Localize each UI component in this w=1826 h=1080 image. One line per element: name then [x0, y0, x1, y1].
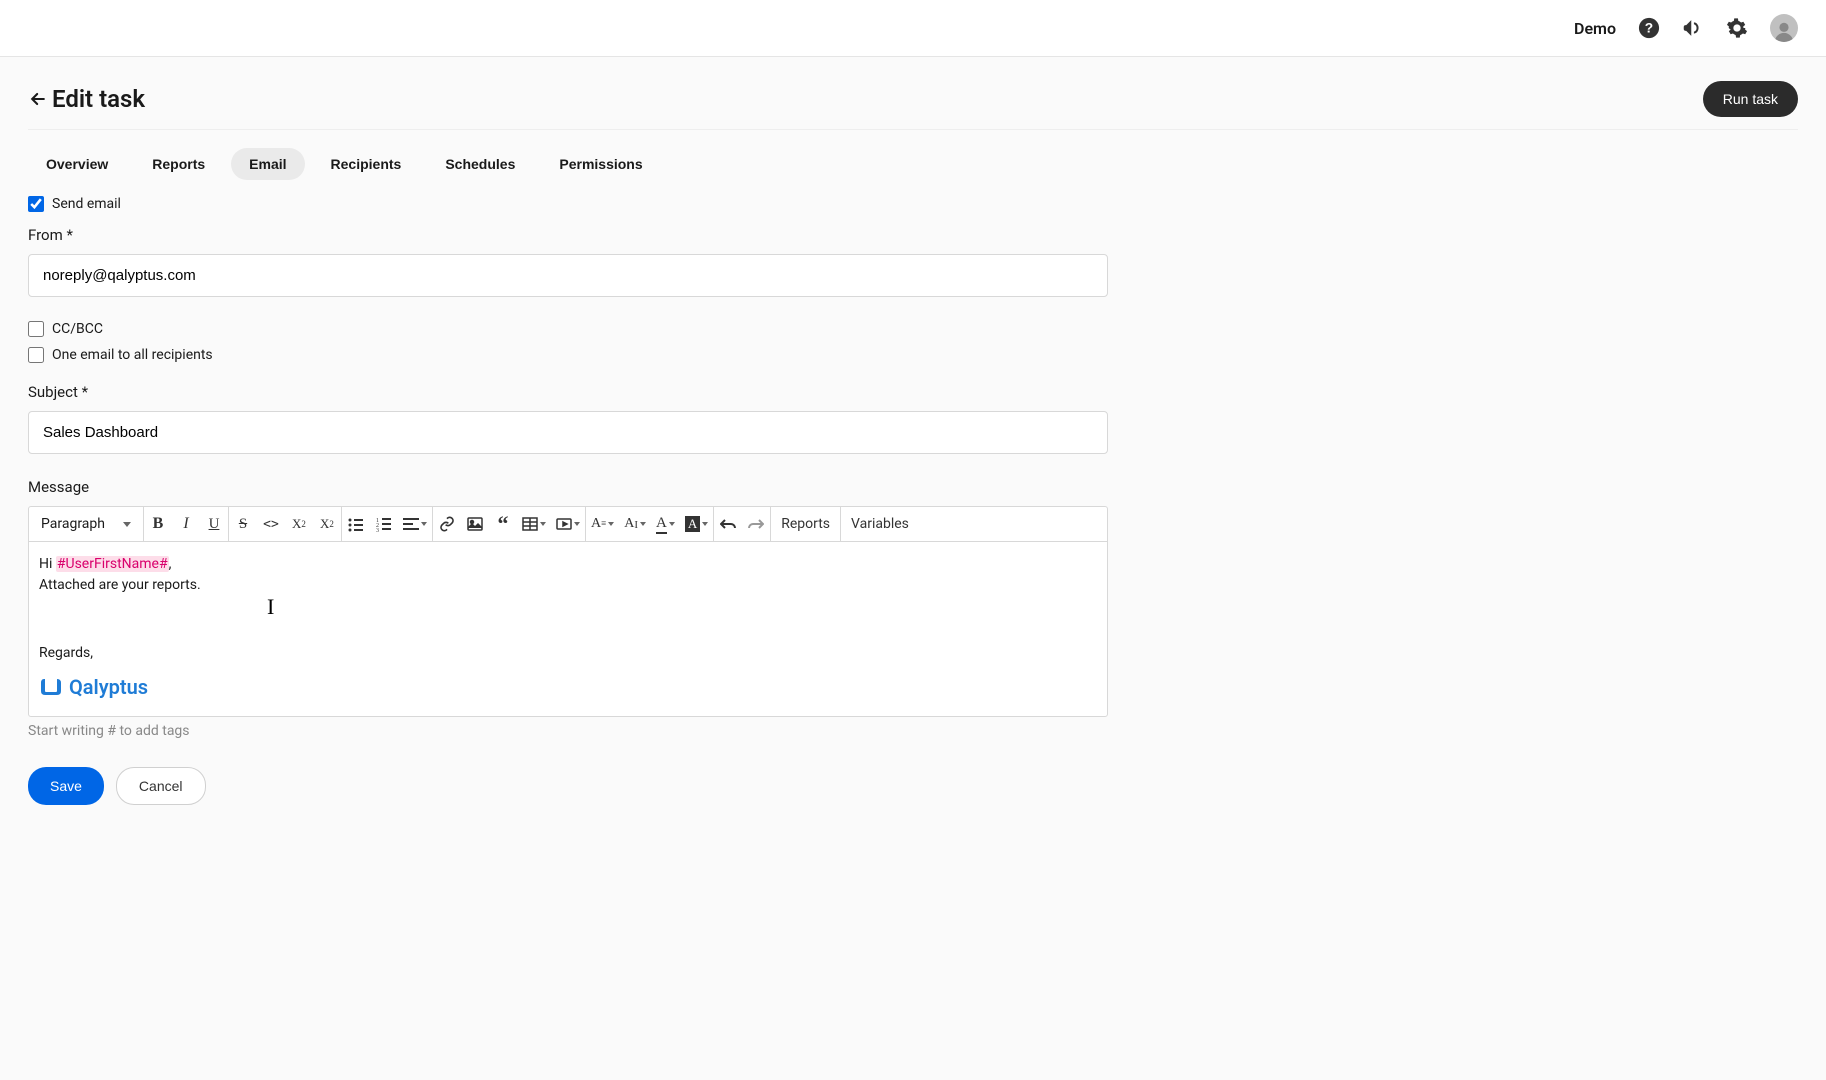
superscript-icon[interactable]: X2: [313, 507, 341, 541]
cc-bcc-label[interactable]: CC/BCC: [52, 321, 103, 337]
bold-icon[interactable]: B: [144, 507, 172, 541]
from-label: From *: [28, 226, 1108, 244]
footer-buttons: Save Cancel: [28, 767, 1108, 805]
qalyptus-icon: [39, 675, 65, 699]
chevron-down-icon: [608, 522, 614, 526]
bullet-list-icon[interactable]: [342, 507, 370, 541]
avatar[interactable]: [1770, 14, 1798, 42]
brand-logo: Qalyptus: [39, 672, 1097, 702]
megaphone-icon[interactable]: [1682, 17, 1704, 39]
greeting-prefix: Hi: [39, 556, 56, 572]
run-task-button[interactable]: Run task: [1703, 81, 1798, 117]
page-header: Edit task Run task: [28, 81, 1798, 130]
svg-text:3: 3: [376, 528, 379, 532]
message-editor: Paragraph B I U S <> X2 X2: [28, 506, 1108, 717]
gear-icon[interactable]: [1726, 17, 1748, 39]
quote-icon[interactable]: “: [489, 507, 517, 541]
one-email-checkbox[interactable]: [28, 347, 44, 363]
table-dropdown[interactable]: [517, 507, 551, 541]
one-email-label[interactable]: One email to all recipients: [52, 347, 213, 363]
tab-recipients[interactable]: Recipients: [313, 148, 420, 180]
tab-schedules[interactable]: Schedules: [427, 148, 533, 180]
top-header: Demo ?: [0, 0, 1826, 57]
paragraph-label: Paragraph: [41, 516, 105, 532]
back-arrow-icon[interactable]: [28, 89, 48, 109]
subject-input[interactable]: [28, 411, 1108, 454]
chevron-down-icon: [540, 522, 546, 526]
font-size-dropdown[interactable]: A≡: [586, 507, 619, 541]
subscript-icon[interactable]: X2: [285, 507, 313, 541]
help-icon[interactable]: ?: [1638, 17, 1660, 39]
tab-reports[interactable]: Reports: [134, 148, 223, 180]
chevron-down-icon: [702, 522, 708, 526]
video-dropdown[interactable]: [551, 507, 585, 541]
highlight-color-dropdown[interactable]: A: [680, 507, 713, 541]
link-icon[interactable]: [433, 507, 461, 541]
alignment-dropdown[interactable]: [398, 507, 432, 541]
message-label: Message: [28, 478, 1108, 496]
subject-label: Subject *: [28, 383, 1108, 401]
logo-text: Qalyptus: [69, 672, 148, 702]
greeting-suffix: ,: [169, 556, 172, 572]
line-height-dropdown[interactable]: AI: [619, 507, 651, 541]
code-icon[interactable]: <>: [257, 507, 285, 541]
tab-email[interactable]: Email: [231, 148, 304, 180]
paragraph-dropdown[interactable]: Paragraph: [29, 507, 143, 541]
tab-overview[interactable]: Overview: [28, 148, 126, 180]
variables-button[interactable]: Variables: [841, 507, 919, 541]
user-firstname-tag: #UserFirstName#: [56, 556, 169, 572]
from-input[interactable]: [28, 254, 1108, 297]
chevron-down-icon: [123, 522, 131, 527]
svg-text:?: ?: [1645, 21, 1653, 36]
signoff: Regards,: [39, 643, 1097, 664]
reports-button[interactable]: Reports: [771, 507, 840, 541]
italic-icon[interactable]: I: [172, 507, 200, 541]
send-email-label[interactable]: Send email: [52, 196, 121, 212]
chevron-down-icon: [640, 522, 646, 526]
strikethrough-icon[interactable]: S: [229, 507, 257, 541]
undo-icon[interactable]: [714, 507, 742, 541]
chevron-down-icon: [669, 522, 675, 526]
chevron-down-icon: [421, 522, 427, 526]
save-button[interactable]: Save: [28, 767, 104, 805]
tabs: Overview Reports Email Recipients Schedu…: [28, 138, 1798, 196]
cancel-button[interactable]: Cancel: [116, 767, 206, 805]
demo-label: Demo: [1574, 19, 1616, 38]
redo-icon[interactable]: [742, 507, 770, 541]
line2: Attached are your reports.: [39, 575, 1097, 596]
hint-text: Start writing # to add tags: [28, 723, 1108, 739]
numbered-list-icon[interactable]: 123: [370, 507, 398, 541]
chevron-down-icon: [574, 522, 580, 526]
page-title: Edit task: [52, 85, 145, 113]
cc-bcc-checkbox[interactable]: [28, 321, 44, 337]
image-icon[interactable]: [461, 507, 489, 541]
font-color-dropdown[interactable]: A: [651, 507, 680, 541]
editor-content[interactable]: Hi #UserFirstName#, Attached are your re…: [29, 542, 1107, 716]
send-email-checkbox[interactable]: [28, 196, 44, 212]
underline-icon[interactable]: U: [200, 507, 228, 541]
tab-permissions[interactable]: Permissions: [541, 148, 660, 180]
editor-toolbar: Paragraph B I U S <> X2 X2: [29, 507, 1107, 542]
